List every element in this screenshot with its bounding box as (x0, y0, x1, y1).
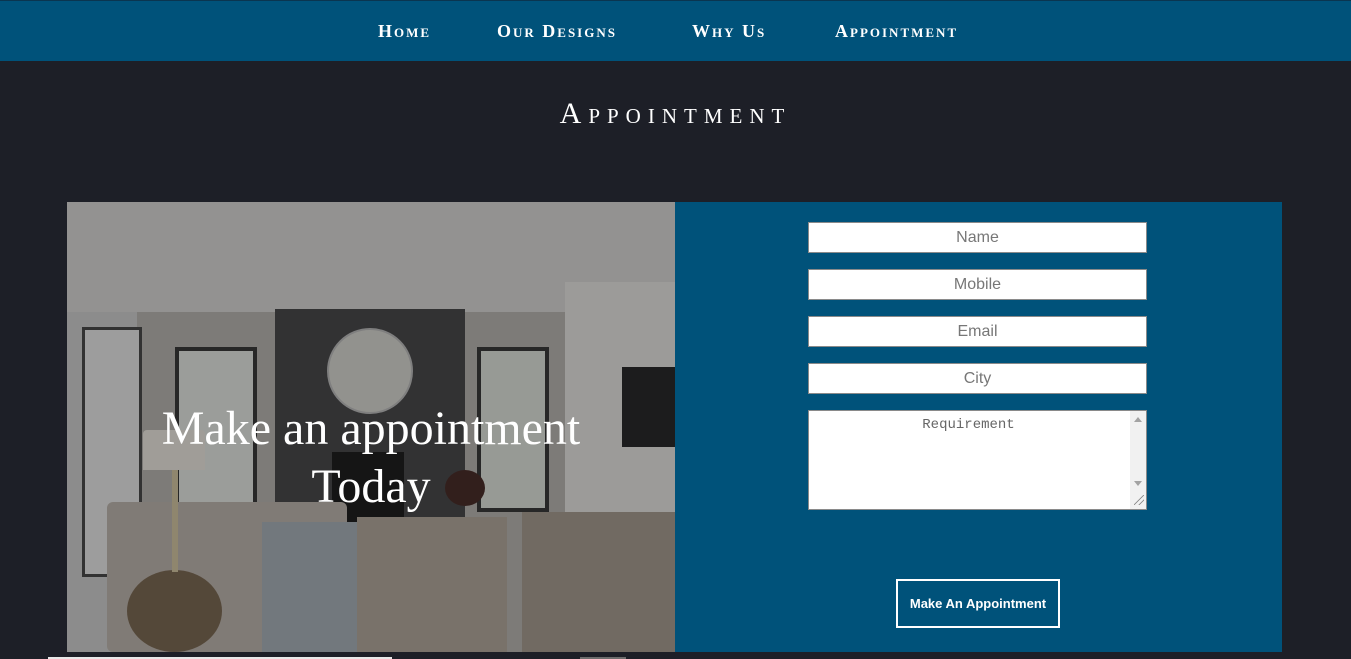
nav-why-us-link[interactable]: Why Us (692, 21, 766, 42)
textarea-scrollbar[interactable] (1130, 411, 1146, 509)
mobile-input[interactable] (808, 269, 1147, 300)
hero-heading-line-1: Make an appointment (161, 402, 581, 455)
top-navigation: Home Our Designs Why Us Appointment (0, 0, 1351, 61)
nav-appointment-link[interactable]: Appointment (835, 21, 958, 42)
nav-our-designs-link[interactable]: Our Designs (497, 21, 617, 42)
requirement-textarea[interactable] (808, 410, 1147, 510)
name-input[interactable] (808, 222, 1147, 253)
email-input[interactable] (808, 316, 1147, 347)
scroll-down-arrow-icon[interactable] (1134, 481, 1142, 486)
city-input[interactable] (808, 363, 1147, 394)
appointment-form: Make An Appointment (675, 202, 1282, 652)
scroll-up-arrow-icon[interactable] (1134, 417, 1142, 422)
hero-heading: Make an appointment Today (127, 400, 615, 516)
resize-grip-icon[interactable] (1134, 495, 1144, 505)
hero-image: Make an appointment Today (67, 202, 675, 652)
nav-home-link[interactable]: Home (378, 21, 431, 42)
hero-heading-line-2: Today (311, 460, 431, 513)
make-appointment-button[interactable]: Make An Appointment (896, 579, 1060, 628)
section-title: Appointment (559, 97, 792, 130)
